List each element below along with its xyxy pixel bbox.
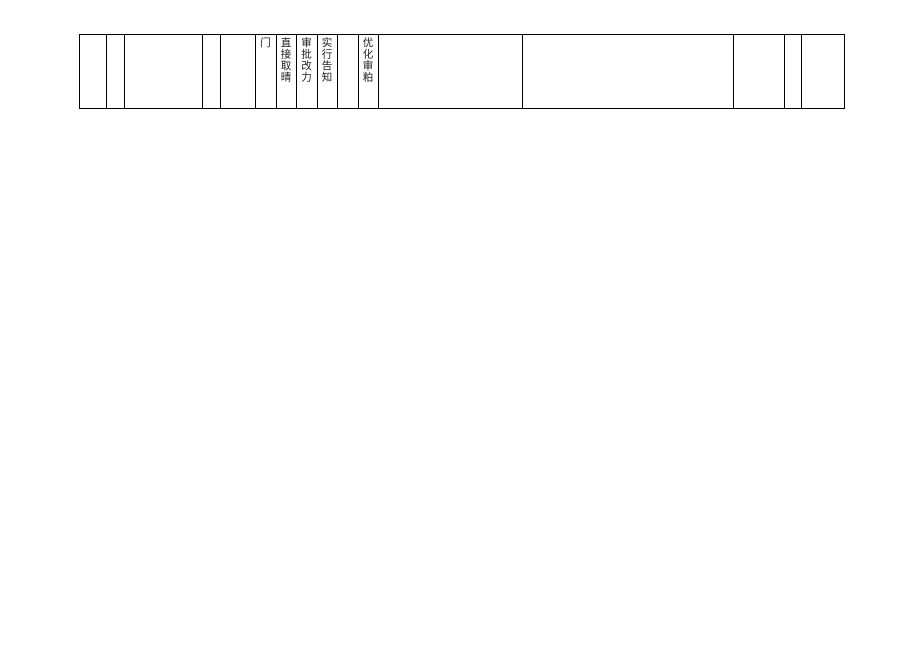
document-table: 门 直接取晴 审批改力 实行告知 优化审粕	[79, 34, 845, 109]
cell-9-text: 实行告知	[319, 37, 333, 102]
cell-8: 审批改力	[297, 35, 318, 109]
cell-2	[106, 35, 124, 109]
cell-3	[125, 35, 203, 109]
cell-7: 直接取晴	[276, 35, 297, 109]
cell-10	[338, 35, 359, 109]
cell-12	[379, 35, 523, 109]
cell-13	[522, 35, 733, 109]
cell-6: 门	[256, 35, 277, 109]
cell-6-text: 门	[257, 37, 271, 102]
cell-5	[221, 35, 256, 109]
cell-15	[785, 35, 801, 109]
cell-9: 实行告知	[317, 35, 338, 109]
table-wrapper: 门 直接取晴 审批改力 实行告知 优化审粕	[79, 34, 845, 109]
cell-4	[203, 35, 221, 109]
cell-7-text: 直接取晴	[278, 37, 292, 102]
cell-11: 优化审粕	[358, 35, 379, 109]
cell-1	[80, 35, 107, 109]
table-row: 门 直接取晴 审批改力 实行告知 优化审粕	[80, 35, 845, 109]
cell-16	[801, 35, 844, 109]
cell-14	[734, 35, 785, 109]
cell-8-text: 审批改力	[298, 37, 312, 102]
cell-11-text: 优化审粕	[360, 37, 374, 102]
